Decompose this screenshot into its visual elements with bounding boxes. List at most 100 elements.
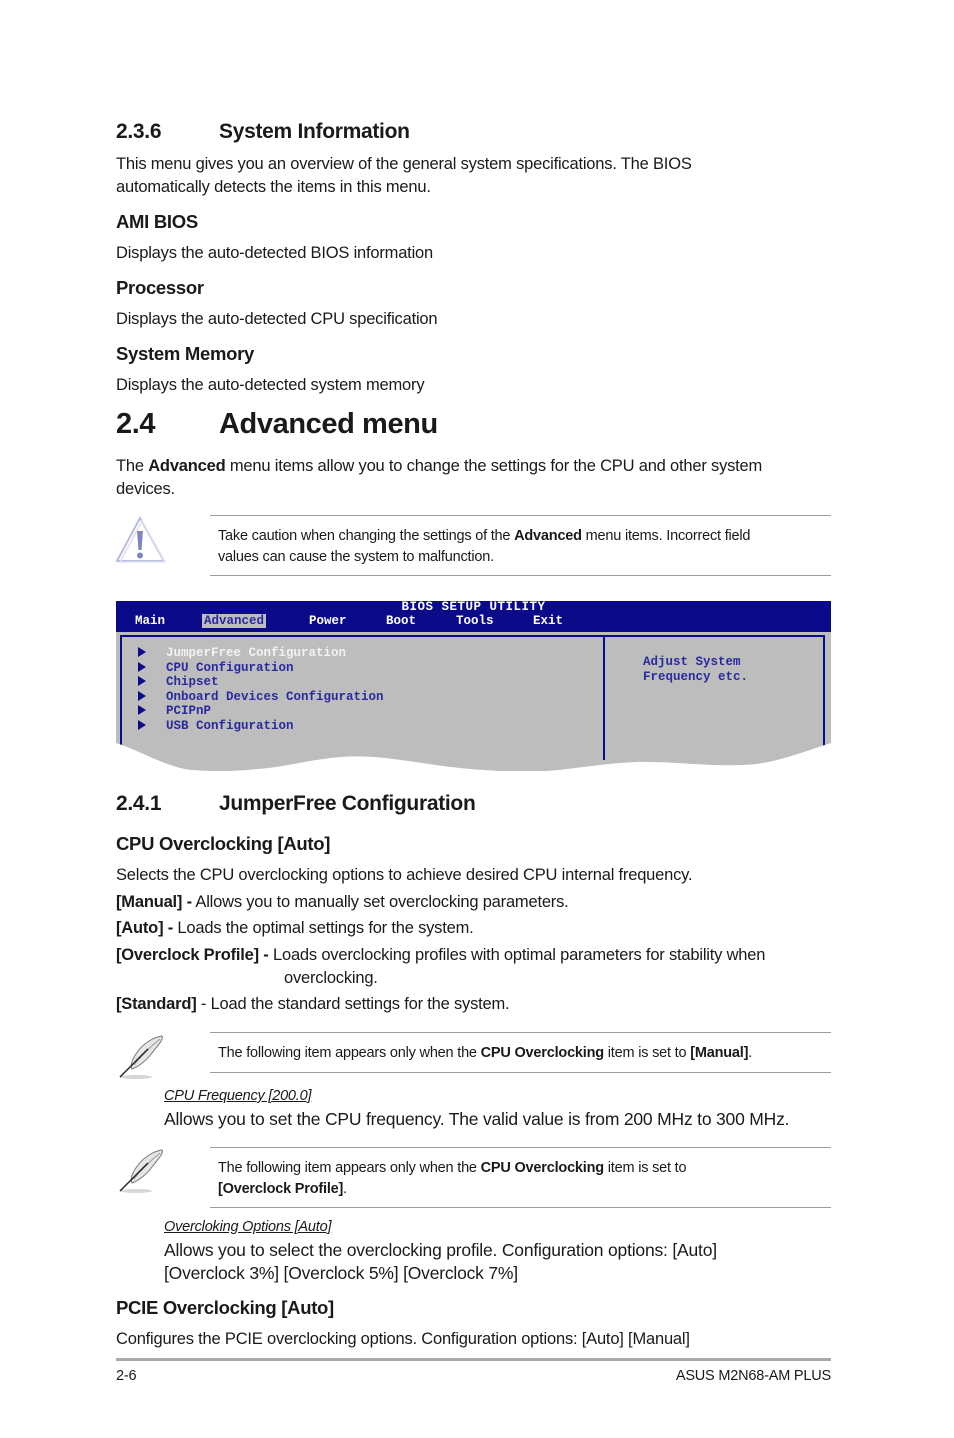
bios-tab-advanced[interactable]: Advanced	[202, 614, 267, 628]
pcie-overclocking-desc: Configures the PCIE overclocking options…	[116, 1330, 690, 1348]
caution-top-rule	[210, 515, 831, 516]
note2-bottom-rule	[210, 1207, 831, 1208]
bios-item-pcipnp[interactable]: PCIPnP	[138, 704, 211, 718]
note-bold: CPU Overclocking	[480, 1160, 605, 1176]
submenu-arrow-icon	[138, 647, 146, 657]
desc-line: [Overclock 3%] [Overclock 5%] [Overclock…	[164, 1263, 518, 1283]
intro-line: automatically detects the items in this …	[116, 178, 431, 196]
subitem-cpu-frequency: CPU Frequency [200.0]	[164, 1088, 312, 1104]
section-number: 2.4.1	[116, 792, 162, 815]
bios-tab-boot[interactable]: Boot	[386, 614, 416, 628]
note-text-part: The following item appears only when the	[218, 1045, 481, 1061]
bios-item-cpu-configuration[interactable]: CPU Configuration	[138, 661, 294, 675]
note-text-part: The following item appears only when the	[218, 1160, 481, 1176]
processor-desc: Displays the auto-detected CPU specifica…	[116, 310, 438, 328]
cpu-frequency-desc: Allows you to set the CPU frequency. The…	[164, 1109, 790, 1129]
option-text: Allows you to manually set overclocking …	[191, 893, 569, 911]
bios-item-label: Onboard Devices Configuration	[166, 689, 384, 704]
bios-item-label: CPU Configuration	[166, 660, 294, 675]
footer-rule	[116, 1358, 831, 1361]
subheading-pcie-overclocking: PCIE Overclocking [Auto]	[116, 1297, 334, 1318]
help-line: Adjust System	[643, 655, 741, 669]
intro-line: devices.	[116, 480, 175, 498]
bios-menu-bar: BIOS SETUP UTILITY Main Advanced Power B…	[116, 600, 831, 632]
section-title: System Information	[219, 120, 410, 143]
note-bold: [Overclock Profile]	[218, 1181, 344, 1197]
intro-text: The	[116, 457, 149, 475]
torn-edge	[116, 743, 831, 773]
subheading-cpu-overclocking: CPU Overclocking [Auto]	[116, 833, 331, 854]
caution-bold: Advanced	[514, 528, 582, 544]
option-label: [Overclock Profile] -	[116, 946, 269, 964]
page-number: 2-6	[116, 1368, 137, 1384]
caution-bottom-rule	[210, 575, 831, 576]
product-name: ASUS M2N68-AM PLUS	[675, 1368, 831, 1384]
note-text-part: item is set to	[603, 1045, 691, 1061]
intro-bold: Advanced	[148, 457, 226, 475]
overclocking-options-desc: Allows you to select the overclocking pr…	[164, 1239, 717, 1285]
caution-text-part: Take caution when changing the settings …	[218, 528, 515, 544]
option-text: Loads overclocking profiles with optimal…	[268, 946, 766, 964]
intro-line: This menu gives you an overview of the g…	[116, 155, 692, 173]
section-title: Advanced menu	[219, 408, 438, 440]
bios-item-label: JumperFree Configuration	[166, 646, 347, 660]
warning-icon	[114, 515, 167, 565]
caution-text-part: menu items. Incorrect field	[581, 528, 751, 544]
bios-help-text: Adjust System Frequency etc.	[643, 655, 748, 684]
system-memory-desc: Displays the auto-detected system memory	[116, 376, 425, 394]
subheading-ami-bios: AMI BIOS	[116, 211, 198, 232]
intro-text: menu items allow you to change the setti…	[225, 457, 763, 475]
note-bold: [Manual]	[690, 1045, 749, 1061]
section-heading-system-information: 2.3.6 System Information	[116, 120, 410, 144]
section-title: JumperFree Configuration	[219, 792, 476, 815]
bios-item-onboard-devices[interactable]: Onboard Devices Configuration	[138, 690, 384, 704]
section-number: 2.3.6	[116, 120, 162, 143]
option-label: [Auto] -	[116, 919, 174, 937]
bios-tab-exit[interactable]: Exit	[533, 614, 563, 628]
bios-item-jumperfree[interactable]: JumperFree Configuration	[138, 646, 346, 660]
cpu-overclocking-desc: Selects the CPU overclocking options to …	[116, 866, 693, 884]
caution-text: Take caution when changing the settings …	[218, 526, 750, 568]
bios-tab-tools[interactable]: Tools	[456, 614, 494, 628]
option-text: Loads the optimal settings for the syste…	[173, 919, 474, 937]
note-feather-icon	[114, 1147, 168, 1195]
option-text: - Load the standard settings for the sys…	[196, 995, 510, 1013]
note-feather-icon	[114, 1033, 168, 1081]
system-information-intro: This menu gives you an overview of the g…	[116, 153, 692, 199]
submenu-arrow-icon	[138, 690, 146, 701]
option-overclock-profile-cont: overclocking.	[284, 969, 378, 987]
submenu-arrow-icon	[138, 705, 146, 715]
option-overclock-profile: [Overclock Profile] - Loads overclocking…	[116, 944, 765, 967]
ami-bios-desc: Displays the auto-detected BIOS informat…	[116, 244, 433, 262]
option-label: [Manual] -	[116, 893, 192, 911]
advanced-menu-intro: The Advanced menu items allow you to cha…	[116, 455, 762, 501]
option-auto: [Auto] - Loads the optimal settings for …	[116, 917, 474, 940]
caution-line: values can cause the system to malfuncti…	[218, 549, 494, 565]
bios-tab-main[interactable]: Main	[135, 614, 165, 628]
option-label: [Standard]	[116, 995, 197, 1013]
submenu-arrow-icon	[138, 719, 146, 730]
bios-item-label: PCIPnP	[166, 704, 212, 718]
option-manual: [Manual] - Allows you to manually set ov…	[116, 891, 569, 914]
note-text-part: .	[343, 1181, 347, 1197]
bios-tab-power[interactable]: Power	[309, 614, 347, 628]
bios-title: BIOS SETUP UTILITY	[401, 600, 546, 614]
subitem-overclocking-options: Overcloking Options [Auto]	[164, 1219, 332, 1235]
note1-bottom-rule	[210, 1072, 831, 1073]
bios-setup-screenshot: BIOS SETUP UTILITY Main Advanced Power B…	[116, 600, 831, 773]
note2-top-rule	[210, 1147, 831, 1148]
bios-item-label: Chipset	[166, 675, 219, 689]
note-text-part: .	[748, 1045, 753, 1061]
note1-text: The following item appears only when the…	[218, 1043, 752, 1064]
section-heading-advanced-menu: 2.4 Advanced menu	[116, 408, 438, 441]
bios-item-chipset[interactable]: Chipset	[138, 675, 219, 689]
section-number: 2.4	[116, 408, 156, 440]
note-bold: CPU Overclocking	[480, 1045, 605, 1061]
subheading-processor: Processor	[116, 277, 204, 298]
submenu-arrow-icon	[138, 661, 146, 672]
note2-text: The following item appears only when the…	[218, 1158, 687, 1200]
option-standard: [Standard] - Load the standard settings …	[116, 993, 510, 1016]
section-heading-jumperfree: 2.4.1 JumperFree Configuration	[116, 792, 476, 816]
submenu-arrow-icon	[138, 676, 146, 686]
help-line: Frequency etc.	[643, 669, 749, 684]
